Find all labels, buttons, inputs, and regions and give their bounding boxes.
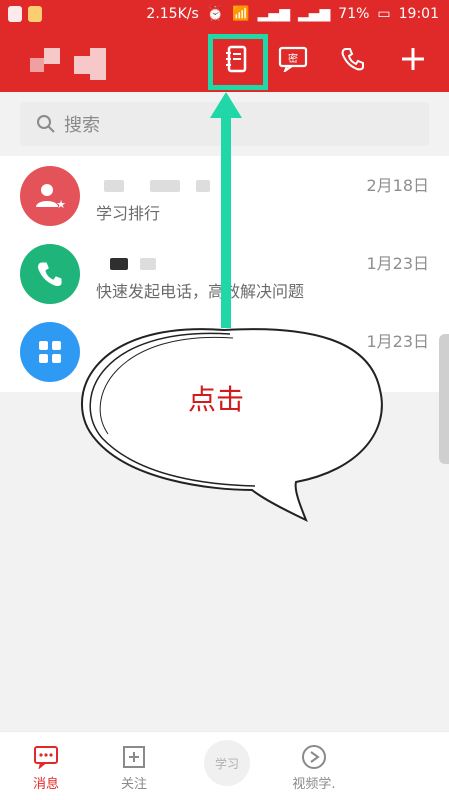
signal-icon-2: ▂▄▆: [297, 6, 331, 22]
phone-icon: [38, 262, 62, 286]
phone-button[interactable]: [336, 42, 370, 76]
search-icon: [37, 115, 55, 133]
apps-grid-icon: [39, 341, 61, 363]
signal-icon-1: ▂▄▆: [257, 6, 290, 22]
status-left: [8, 6, 42, 22]
tab-label: 关注: [120, 777, 147, 792]
search-placeholder: 搜索: [64, 115, 100, 136]
battery-percent: 71%: [338, 6, 370, 22]
svg-text:密: 密: [288, 52, 298, 65]
user-star-icon: ★: [36, 184, 66, 211]
logo-pixel-1: [30, 58, 44, 72]
blurred-title-2: [150, 180, 180, 192]
conversation-preview: 学习排行: [96, 204, 161, 223]
tab-video[interactable]: 视频学.: [274, 744, 354, 792]
blurred-title-1: [104, 180, 124, 192]
phone-icon: [341, 48, 364, 71]
search-bar[interactable]: 搜索: [20, 102, 429, 146]
network-speed: 2.15K/s: [146, 6, 199, 22]
status-bar: 2.15K/s ⏰ 📶 ▂▄▆ ▂▄▆ 71% ▭ 19:01: [0, 0, 449, 30]
side-scroll-handle[interactable]: [439, 334, 449, 464]
bottom-tab-bar: 消息 关注 学习 视频学.: [0, 731, 449, 800]
tab-label: 视频学.: [292, 777, 336, 792]
secret-chat-button[interactable]: 密: [276, 42, 310, 76]
secret-chat-icon: 密: [278, 46, 308, 72]
notification-shield-icon: [8, 6, 22, 22]
logo-pixel-2: [44, 48, 60, 64]
wifi-icon: 📶: [232, 6, 250, 22]
svg-text:★: ★: [56, 198, 66, 211]
follow-icon: [121, 744, 147, 770]
blurred-title-2: [140, 258, 156, 270]
plus-icon: [402, 48, 424, 70]
conversation-date: 1月23日: [366, 254, 429, 273]
conversation-list: ★ 2月18日 学习排行 1月23日 快速发起电话，高效解决问题 1月23日: [0, 156, 449, 392]
logo-pixel-4: [90, 48, 106, 80]
battery-icon: ▭: [377, 6, 391, 22]
center-logo-text: 学习: [214, 756, 239, 771]
highlight-frame: [208, 34, 268, 90]
center-study-logo[interactable]: 学习: [204, 740, 250, 786]
play-icon: [301, 744, 327, 770]
message-icon: [33, 744, 59, 770]
blurred-title-3: [196, 180, 210, 192]
avatar: [20, 322, 80, 382]
tab-follow[interactable]: 关注: [94, 744, 174, 792]
tab-label: 消息: [32, 777, 59, 792]
add-button[interactable]: [396, 42, 430, 76]
avatar: [20, 244, 80, 304]
conversation-date: 1月23日: [366, 332, 429, 351]
conversation-preview: 快速发起电话，高效解决问题: [96, 282, 305, 301]
notification-penguin-icon: [28, 6, 42, 22]
user-logo: [30, 48, 110, 92]
conversation-date: 2月18日: [366, 176, 429, 195]
status-right: 2.15K/s ⏰ 📶 ▂▄▆ ▂▄▆ 71% ▭ 19:01: [146, 6, 439, 22]
conversation-item[interactable]: ★ 2月18日 学习排行: [0, 156, 449, 236]
alarm-icon: ⏰: [206, 6, 225, 22]
blurred-title-1: [110, 258, 128, 270]
conversation-item[interactable]: 1月23日 快速发起电话，高效解决问题: [0, 234, 449, 314]
clock: 19:01: [398, 6, 439, 22]
tab-messages[interactable]: 消息: [6, 744, 86, 792]
click-instruction-text: 点击: [188, 383, 245, 416]
avatar: ★: [20, 166, 80, 226]
